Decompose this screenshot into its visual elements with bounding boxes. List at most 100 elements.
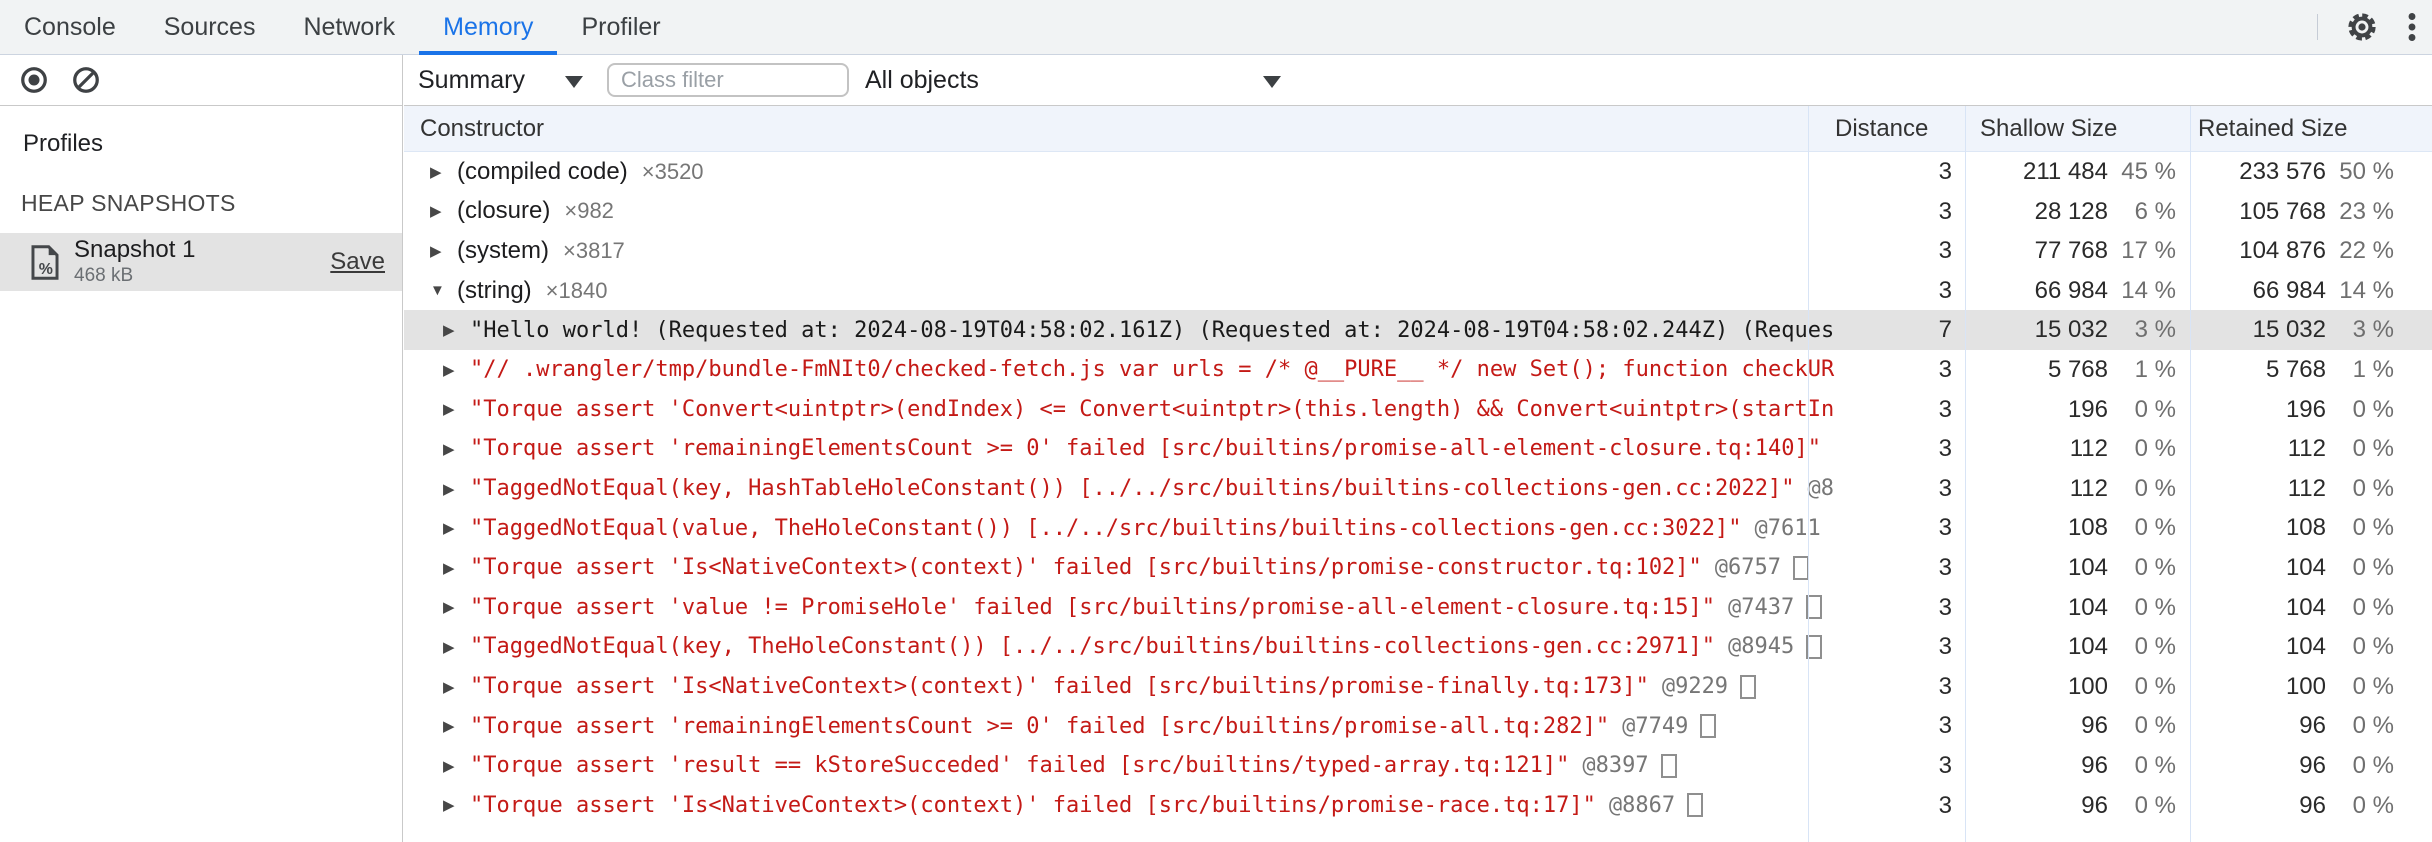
table-row[interactable]: "TaggedNotEqual(value, TheHoleConstant()… xyxy=(404,508,2432,548)
shallow-size-value: 112 xyxy=(2069,474,2108,502)
settings-gear-icon[interactable] xyxy=(2344,9,2380,45)
heap-snapshots-section-title: HEAP SNAPSHOTS xyxy=(21,190,236,216)
disclosure-triangle-icon[interactable] xyxy=(430,282,457,299)
tab-profiler[interactable]: Profiler xyxy=(557,0,684,54)
disclosure-triangle-icon[interactable] xyxy=(443,757,470,775)
disclosure-triangle-icon[interactable] xyxy=(443,717,470,735)
shallow-size-value: 28 128 xyxy=(2034,197,2108,225)
disclosure-triangle-icon[interactable] xyxy=(443,559,470,577)
tab-memory[interactable]: Memory xyxy=(419,0,558,55)
table-row[interactable]: "Torque assert 'remainingElementsCount >… xyxy=(404,429,2432,469)
retained-size-value: 100 xyxy=(2285,672,2326,700)
reveal-link-icon[interactable] xyxy=(1793,555,1810,580)
column-header-retained-size[interactable]: Retained Size xyxy=(2198,106,2347,151)
table-row[interactable]: "// .wrangler/tmp/bundle-FmNIt0/checked-… xyxy=(404,350,2432,390)
heap-snapshot-view: Summary All objects Constructor Distance… xyxy=(404,55,2432,842)
retained-size-value: 66 984 xyxy=(2252,276,2326,304)
string-value: "// .wrangler/tmp/bundle-FmNIt0/checked-… xyxy=(470,357,1835,383)
retained-size-percent: 50 % xyxy=(2339,158,2394,185)
object-id: @7437 xyxy=(1728,594,1795,620)
disclosure-triangle-icon[interactable] xyxy=(443,678,470,696)
disclosure-triangle-icon[interactable] xyxy=(443,598,470,616)
retained-size-value: 104 xyxy=(2285,633,2326,661)
table-row[interactable]: "TaggedNotEqual(key, HashTableHoleConsta… xyxy=(404,469,2432,509)
table-row[interactable]: "Torque assert 'Is<NativeContext>(contex… xyxy=(404,667,2432,707)
object-id: @8945 xyxy=(1728,634,1795,660)
column-divider xyxy=(1965,106,1966,842)
sidebar-item-snapshot-1[interactable]: % Snapshot 1 468 kB Save xyxy=(0,233,402,291)
retained-size-value: 112 xyxy=(2287,474,2326,502)
object-scope-select-value: All objects xyxy=(864,65,979,94)
reveal-link-icon[interactable] xyxy=(1700,714,1717,739)
table-row[interactable]: (string) ×1840 3 66 984 14 % 66 984 14 % xyxy=(404,271,2432,311)
distance-value: 3 xyxy=(1938,712,1952,740)
object-scope-select[interactable]: All objects xyxy=(865,66,1281,95)
tab-console[interactable]: Console xyxy=(0,0,140,54)
tab-sources[interactable]: Sources xyxy=(140,0,280,54)
disclosure-triangle-icon[interactable] xyxy=(443,400,470,418)
instance-count: ×982 xyxy=(564,198,614,224)
disclosure-triangle-icon[interactable] xyxy=(443,796,470,814)
string-value: "Torque assert 'Is<NativeContext>(contex… xyxy=(470,555,1702,581)
string-value: "Torque assert 'value != PromiseHole' fa… xyxy=(470,594,1716,620)
distance-value: 3 xyxy=(1938,355,1952,383)
retained-size-value: 108 xyxy=(2285,514,2326,542)
retained-size-value: 5 768 xyxy=(2265,355,2326,383)
clear-profiles-icon[interactable] xyxy=(71,65,101,95)
table-row[interactable]: "Torque assert 'Convert<uintptr>(endInde… xyxy=(404,390,2432,430)
record-heap-snapshot-icon[interactable] xyxy=(19,65,49,95)
column-header-distance[interactable]: Distance xyxy=(1835,106,1928,151)
shallow-size-percent: 17 % xyxy=(2121,237,2176,265)
perspective-select[interactable]: Summary xyxy=(418,66,583,95)
reveal-link-icon[interactable] xyxy=(1740,674,1757,699)
table-row[interactable]: (compiled code) ×3520 3 211 484 45 % 233 … xyxy=(404,152,2432,192)
snapshot-labels: Snapshot 1 468 kB xyxy=(74,236,195,287)
disclosure-triangle-icon[interactable] xyxy=(443,440,470,458)
tab-network[interactable]: Network xyxy=(279,0,419,54)
table-row-selected[interactable]: "Hello world! (Requested at: 2024-08-19T… xyxy=(404,310,2432,350)
distance-value: 3 xyxy=(1938,276,1952,304)
distance-value: 3 xyxy=(1938,553,1952,581)
string-value: "TaggedNotEqual(key, TheHoleConstant()) … xyxy=(470,634,1716,660)
table-row[interactable]: "Torque assert 'value != PromiseHole' fa… xyxy=(404,588,2432,628)
disclosure-triangle-icon[interactable] xyxy=(443,361,470,379)
instance-count: ×3520 xyxy=(641,158,704,184)
distance-value: 3 xyxy=(1938,751,1952,779)
retained-size-value: 96 xyxy=(2299,791,2326,819)
shallow-size-value: 108 xyxy=(2067,514,2108,542)
instance-count: ×1840 xyxy=(545,277,608,303)
disclosure-triangle-icon[interactable] xyxy=(430,163,457,181)
more-options-kebab-icon[interactable] xyxy=(2406,9,2418,45)
disclosure-triangle-icon[interactable] xyxy=(443,638,470,656)
disclosure-triangle-icon[interactable] xyxy=(443,519,470,537)
string-value: "TaggedNotEqual(key, HashTableHoleConsta… xyxy=(470,476,1795,502)
class-filter-input[interactable] xyxy=(606,63,849,97)
disclosure-triangle-icon[interactable] xyxy=(443,480,470,498)
column-header-shallow-size[interactable]: Shallow Size xyxy=(1980,106,2117,151)
reveal-link-icon[interactable] xyxy=(1660,753,1677,778)
string-value: "Torque assert 'result == kStoreSucceded… xyxy=(470,753,1570,779)
disclosure-triangle-icon[interactable] xyxy=(443,321,470,339)
retained-size-value: 104 xyxy=(2285,553,2326,581)
table-row[interactable]: (closure) ×982 3 28 128 6 % 105 768 23 % xyxy=(404,192,2432,232)
shallow-size-percent: 0 % xyxy=(2134,593,2176,621)
retained-size-percent: 0 % xyxy=(2352,395,2394,423)
retained-size-value: 96 xyxy=(2299,751,2326,779)
distance-value: 3 xyxy=(1938,514,1952,542)
retained-size-percent: 0 % xyxy=(2352,474,2394,502)
table-row[interactable]: "Torque assert 'Is<NativeContext>(contex… xyxy=(404,548,2432,588)
reveal-link-icon[interactable] xyxy=(1687,793,1704,818)
table-row[interactable]: "Torque assert 'result == kStoreSucceded… xyxy=(404,746,2432,786)
column-header-constructor[interactable]: Constructor xyxy=(420,106,544,151)
disclosure-triangle-icon[interactable] xyxy=(430,202,457,220)
disclosure-triangle-icon[interactable] xyxy=(430,242,457,260)
table-row[interactable]: "Torque assert 'Is<NativeContext>(contex… xyxy=(404,786,2432,826)
table-row[interactable]: "TaggedNotEqual(key, TheHoleConstant()) … xyxy=(404,627,2432,667)
tabbar-right-controls xyxy=(2317,0,2418,54)
shallow-size-percent: 14 % xyxy=(2121,276,2176,304)
table-row[interactable]: (system) ×3817 3 77 768 17 % 104 876 22 % xyxy=(404,231,2432,271)
shallow-size-value: 96 xyxy=(2081,712,2108,740)
table-row[interactable]: "Torque assert 'remainingElementsCount >… xyxy=(404,706,2432,746)
string-value: "Torque assert 'Is<NativeContext>(contex… xyxy=(470,674,1649,700)
save-snapshot-link[interactable]: Save xyxy=(330,248,385,276)
